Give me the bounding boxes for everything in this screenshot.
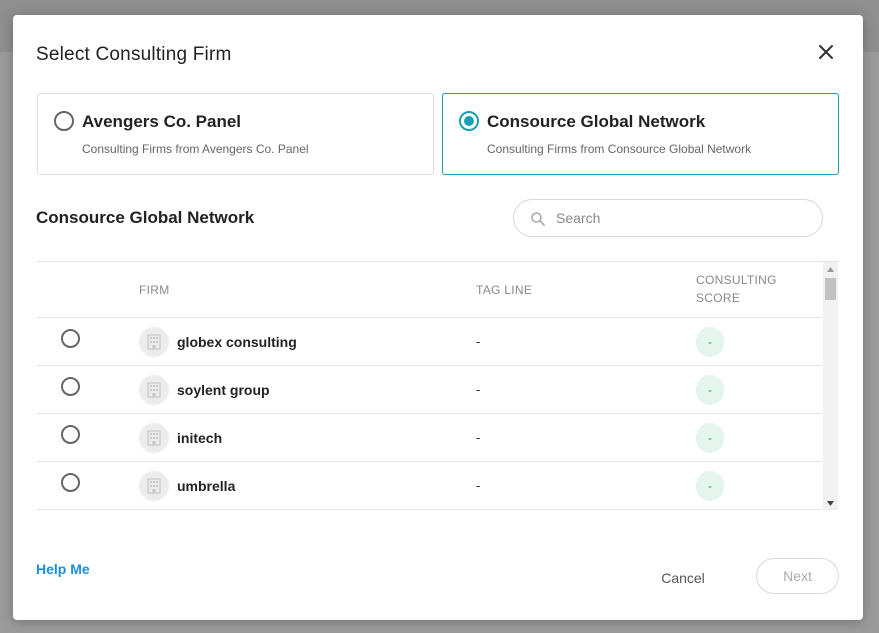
option-consource-global-network[interactable]: Consource Global Network Consulting Firm… <box>442 93 839 175</box>
firm-tag-line: - <box>476 334 481 349</box>
building-icon <box>147 430 161 446</box>
firm-avatar <box>139 327 169 357</box>
row-select-radio[interactable] <box>61 425 80 444</box>
table-header: FIRM TAG LINE CONSULTING SCORE <box>37 262 822 318</box>
firm-name: soylent group <box>177 382 270 398</box>
help-me-link[interactable]: Help Me <box>36 561 90 577</box>
table-scrollbar[interactable] <box>823 262 838 510</box>
column-header-score-line2: SCORE <box>696 291 741 305</box>
firm-name: initech <box>177 430 223 446</box>
table-row[interactable]: initech - - <box>37 414 822 462</box>
option-subtitle: Consulting Firms from Consource Global N… <box>487 142 752 156</box>
option-title: Avengers Co. Panel <box>82 112 242 131</box>
column-header-score-line1: CONSULTING <box>696 273 777 287</box>
firm-avatar <box>139 375 169 405</box>
consulting-score-badge: - <box>696 423 724 453</box>
table-row[interactable]: globex consulting - - <box>37 318 822 366</box>
option-title: Consource Global Network <box>487 112 706 131</box>
cancel-button[interactable]: Cancel <box>648 560 718 596</box>
column-header-firm: FIRM <box>139 283 170 297</box>
option-radio-consource[interactable] <box>459 111 479 131</box>
option-avengers-panel[interactable]: Avengers Co. Panel Consulting Firms from… <box>37 93 434 175</box>
row-select-radio[interactable] <box>61 377 80 396</box>
firm-tag-line: - <box>476 478 481 493</box>
modal-title: Select Consulting Firm <box>36 44 232 65</box>
column-header-tag-line: TAG LINE <box>476 283 533 297</box>
building-icon <box>147 334 161 350</box>
firm-name: umbrella <box>177 478 236 494</box>
close-button[interactable] <box>815 41 837 63</box>
scroll-thumb[interactable] <box>825 278 836 300</box>
firm-avatar <box>139 471 169 501</box>
scroll-up-button[interactable] <box>823 262 838 276</box>
row-select-radio[interactable] <box>61 329 80 348</box>
search-icon <box>531 212 545 226</box>
firm-name: globex consulting <box>177 334 297 350</box>
select-firm-modal: Select Consulting Firm Avengers Co. Pane… <box>13 15 863 620</box>
option-radio-avengers[interactable] <box>54 111 74 131</box>
firm-tag-line: - <box>476 382 481 397</box>
consulting-score-badge: - <box>696 327 724 357</box>
firm-tag-line: - <box>476 430 481 445</box>
column-header-consulting-score: CONSULTING SCORE <box>696 271 786 307</box>
table-row[interactable]: umbrella - - <box>37 462 822 510</box>
caret-up-icon <box>827 266 834 272</box>
building-icon <box>147 478 161 494</box>
close-icon <box>819 45 833 59</box>
scroll-down-button[interactable] <box>823 496 838 510</box>
consulting-score-badge: - <box>696 471 724 501</box>
caret-down-icon <box>827 500 834 506</box>
section-title: Consource Global Network <box>36 208 255 227</box>
option-subtitle: Consulting Firms from Avengers Co. Panel <box>82 142 309 156</box>
firms-table: FIRM TAG LINE CONSULTING SCORE globex co… <box>37 261 839 510</box>
table-row[interactable]: soylent group - - <box>37 366 822 414</box>
row-select-radio[interactable] <box>61 473 80 492</box>
search-box[interactable] <box>513 199 823 237</box>
firm-avatar <box>139 423 169 453</box>
building-icon <box>147 382 161 398</box>
search-input[interactable] <box>556 206 806 230</box>
consulting-score-badge: - <box>696 375 724 405</box>
next-button[interactable]: Next <box>756 558 839 594</box>
